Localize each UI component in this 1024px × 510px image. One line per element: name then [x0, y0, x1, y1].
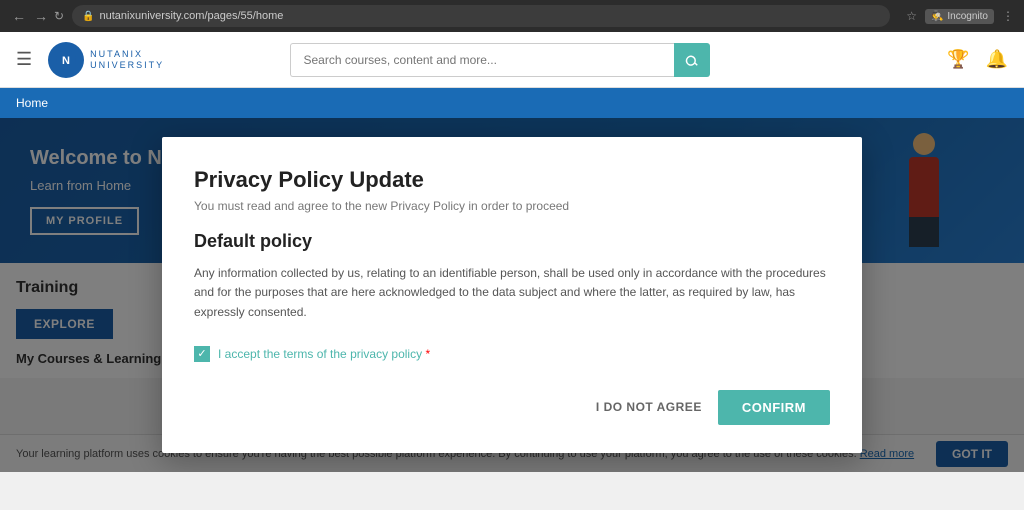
menu-dots-icon[interactable]: ⋮: [1002, 9, 1014, 23]
required-marker: *: [425, 347, 430, 361]
browser-arrows: ← → ↻: [10, 8, 64, 24]
confirm-button[interactable]: CONFIRM: [718, 390, 830, 425]
accept-checkbox[interactable]: ✓: [194, 346, 210, 362]
checkbox-label: I accept the terms of the privacy policy…: [218, 347, 430, 361]
search-bar: [290, 43, 710, 77]
forward-arrow[interactable]: →: [32, 8, 50, 24]
url-bar[interactable]: 🔒 nutanixuniversity.com/pages/55/home: [72, 5, 890, 27]
browser-chrome: ← → ↻ 🔒 nutanixuniversity.com/pages/55/h…: [0, 0, 1024, 32]
search-button[interactable]: [674, 43, 710, 77]
header: ☰ N NUTANIX UNIVERSITY 🏆 🔔: [0, 32, 1024, 88]
modal-policy-title: Default policy: [194, 231, 830, 252]
privacy-policy-modal: Privacy Policy Update You must read and …: [162, 137, 862, 453]
modal-title: Privacy Policy Update: [194, 167, 830, 193]
lock-icon: 🔒: [82, 11, 94, 22]
modal-checkbox-row: ✓ I accept the terms of the privacy poli…: [194, 346, 830, 362]
main-content: Welcome to N Learn from Home MY PROFILE …: [0, 118, 1024, 472]
url-text: nutanixuniversity.com/pages/55/home: [100, 10, 284, 22]
incognito-icon: 🕵: [931, 11, 943, 22]
logo-text: NUTANIX UNIVERSITY: [90, 49, 164, 71]
logo-area[interactable]: N NUTANIX UNIVERSITY: [48, 42, 164, 78]
hamburger-icon[interactable]: ☰: [16, 49, 32, 70]
search-input[interactable]: [290, 43, 674, 77]
breadcrumb-bar: Home: [0, 88, 1024, 118]
refresh-button[interactable]: ↻: [54, 9, 64, 23]
modal-overlay: Privacy Policy Update You must read and …: [0, 118, 1024, 472]
incognito-badge: 🕵 Incognito: [925, 9, 994, 24]
modal-actions: I DO NOT AGREE CONFIRM: [194, 390, 830, 425]
modal-body-text: Any information collected by us, relatin…: [194, 264, 830, 322]
svg-text:N: N: [62, 55, 70, 67]
header-icons: 🏆 🔔: [947, 49, 1008, 70]
do-not-agree-button[interactable]: I DO NOT AGREE: [596, 400, 702, 414]
trophy-icon[interactable]: 🏆: [947, 49, 969, 70]
incognito-label: Incognito: [947, 11, 988, 22]
browser-icons: ☆ 🕵 Incognito ⋮: [906, 9, 1014, 24]
checkbox-check-icon: ✓: [197, 347, 206, 360]
notification-icon[interactable]: 🔔: [986, 49, 1008, 70]
back-arrow[interactable]: ←: [10, 8, 28, 24]
modal-subtitle: You must read and agree to the new Priva…: [194, 199, 830, 213]
breadcrumb[interactable]: Home: [16, 96, 48, 110]
search-icon: [685, 53, 699, 67]
logo-icon: N: [48, 42, 84, 78]
star-icon[interactable]: ☆: [906, 9, 917, 23]
